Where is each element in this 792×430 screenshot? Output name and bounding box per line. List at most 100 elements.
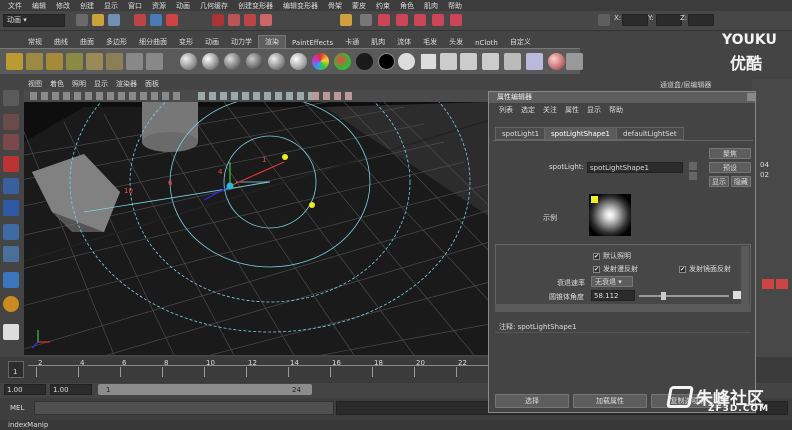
cloth-texture-icon[interactable] [482, 53, 499, 70]
menu-item[interactable]: 约束 [371, 1, 395, 11]
playback-start-field[interactable]: 1.00 [50, 384, 92, 395]
blinn-material-icon[interactable] [202, 53, 219, 70]
soft-mod-icon[interactable] [3, 246, 19, 262]
decay-rate-dropdown[interactable]: 无衰退 ▾ [591, 276, 633, 287]
camera-aim-icon[interactable] [146, 53, 163, 70]
hide-button[interactable]: 隐藏 [731, 176, 751, 187]
light-target[interactable] [282, 154, 288, 160]
lasso-tool-icon[interactable] [3, 114, 19, 130]
menu-item[interactable]: 角色 [395, 1, 419, 11]
shelf-tab[interactable]: 流体 [391, 36, 417, 48]
preset-button[interactable]: 预设 [709, 162, 751, 173]
menu-item[interactable]: 创建变形器 [233, 1, 278, 11]
hypershade-icon[interactable] [414, 14, 426, 26]
new-scene-icon[interactable] [76, 14, 88, 26]
show-button[interactable]: 显示 [709, 176, 729, 187]
menu-item[interactable]: 显示 [99, 1, 123, 11]
cone-angle-slider-handle[interactable] [661, 292, 666, 300]
render-view-icon[interactable] [432, 14, 444, 26]
panel-menu-item[interactable]: 视图 [24, 79, 46, 90]
menu-item[interactable]: 编辑 [27, 1, 51, 11]
notes-field[interactable] [495, 332, 751, 390]
layout-single-icon[interactable] [3, 296, 19, 312]
x-field[interactable] [622, 14, 648, 26]
panel-menu-item[interactable]: 显示 [90, 79, 112, 90]
point-light-icon[interactable] [46, 53, 63, 70]
snap-curve-icon[interactable] [228, 14, 240, 26]
snap-point-icon[interactable] [244, 14, 256, 26]
spotlight-name-field[interactable]: spotLightShape1 [587, 162, 683, 173]
ae-menu-item[interactable]: 关注 [539, 105, 561, 115]
menu-item[interactable]: 几何缓存 [195, 1, 233, 11]
ramp-shader-icon[interactable] [312, 53, 329, 70]
last-tool-icon[interactable] [3, 272, 19, 288]
phonge-material-icon[interactable] [246, 53, 263, 70]
panel-menu-item[interactable]: 照明 [68, 79, 90, 90]
rotate-tool-icon[interactable] [3, 178, 19, 194]
shading-map-icon[interactable] [334, 53, 351, 70]
render-settings-icon[interactable] [396, 14, 408, 26]
paint-select-icon[interactable] [3, 134, 19, 150]
select-object-icon[interactable] [150, 14, 162, 26]
select-hierarchy-icon[interactable] [134, 14, 146, 26]
window-close-icon[interactable] [747, 93, 755, 101]
layer-icon[interactable] [776, 279, 788, 289]
range-bar[interactable]: 1 24 [98, 384, 312, 395]
bulge-texture-icon[interactable] [460, 53, 477, 70]
snap-view-icon[interactable] [260, 14, 272, 26]
y-field[interactable] [656, 14, 682, 26]
shelf-tab[interactable]: 曲线 [48, 36, 74, 48]
select-component-icon[interactable] [166, 14, 178, 26]
shelf-tab[interactable]: 头发 [443, 36, 469, 48]
save-scene-icon[interactable] [108, 14, 120, 26]
shelf-tab[interactable]: 曲面 [74, 36, 100, 48]
layer-icon[interactable] [762, 279, 774, 289]
history-icon[interactable] [340, 14, 352, 26]
panel-menu-item[interactable]: 着色 [46, 79, 68, 90]
layout-four-icon[interactable] [3, 324, 19, 340]
layered-shader-icon[interactable] [290, 53, 307, 70]
panel-menu-item[interactable]: 渲染器 [112, 79, 141, 90]
horizontal-scrollbar[interactable] [495, 304, 751, 312]
panel-shading-icons[interactable] [198, 92, 318, 100]
focus-button[interactable]: 聚焦 [709, 148, 751, 159]
shelf-tab[interactable]: nCloth [469, 38, 504, 48]
transform-mode-icon[interactable] [598, 14, 610, 26]
output-connection-icon[interactable] [689, 172, 697, 180]
open-scene-icon[interactable] [92, 14, 104, 26]
menu-item[interactable]: 蒙皮 [347, 1, 371, 11]
shelf-tab[interactable]: 常规 [22, 36, 48, 48]
emit-specular-checkbox[interactable]: ✔ 发射镜面反射 [679, 264, 731, 274]
snap-grid-icon[interactable] [212, 14, 224, 26]
menu-item[interactable]: 骨架 [323, 1, 347, 11]
map-button-icon[interactable] [733, 291, 741, 299]
menu-item[interactable]: 创建 [75, 1, 99, 11]
z-field[interactable] [688, 14, 714, 26]
menu-item[interactable]: 帮助 [443, 1, 467, 11]
tab-spotlight1[interactable]: spotLight1 [495, 127, 547, 140]
shelf-tab[interactable]: 渲染 [258, 35, 286, 48]
perspective-viewport[interactable]: 10 6 4 1 [24, 102, 490, 355]
file-texture-icon[interactable] [420, 53, 437, 70]
tab-defaultlightset[interactable]: defaultLightSet [616, 127, 684, 140]
menu-item[interactable]: 文件 [3, 1, 27, 11]
attributes-scrollbar[interactable] [741, 246, 749, 308]
shelf-tab[interactable]: 肌肉 [365, 36, 391, 48]
camera-icon[interactable] [126, 53, 143, 70]
panel-extra-icons[interactable] [312, 92, 352, 100]
emit-diffuse-checkbox[interactable]: ✔ 发射漫反射 [593, 264, 638, 274]
shelf-tab[interactable]: 毛发 [417, 36, 443, 48]
menu-item[interactable]: 窗口 [123, 1, 147, 11]
load-attributes-button[interactable]: 加载属性 [573, 394, 647, 408]
anisotropic-material-icon[interactable] [268, 53, 285, 70]
mel-input[interactable] [34, 401, 334, 415]
menu-item[interactable]: 肌肉 [419, 1, 443, 11]
start-time-field[interactable]: 1.00 [4, 384, 46, 395]
menu-item[interactable]: 编辑变形器 [278, 1, 323, 11]
grid-texture-icon[interactable] [504, 53, 521, 70]
input-connection-icon[interactable] [689, 162, 697, 170]
menu-item[interactable]: 动画 [171, 1, 195, 11]
render-current-icon[interactable] [360, 14, 372, 26]
env-chrome-icon[interactable] [566, 53, 583, 70]
shelf-tab[interactable]: 自定义 [504, 36, 537, 48]
